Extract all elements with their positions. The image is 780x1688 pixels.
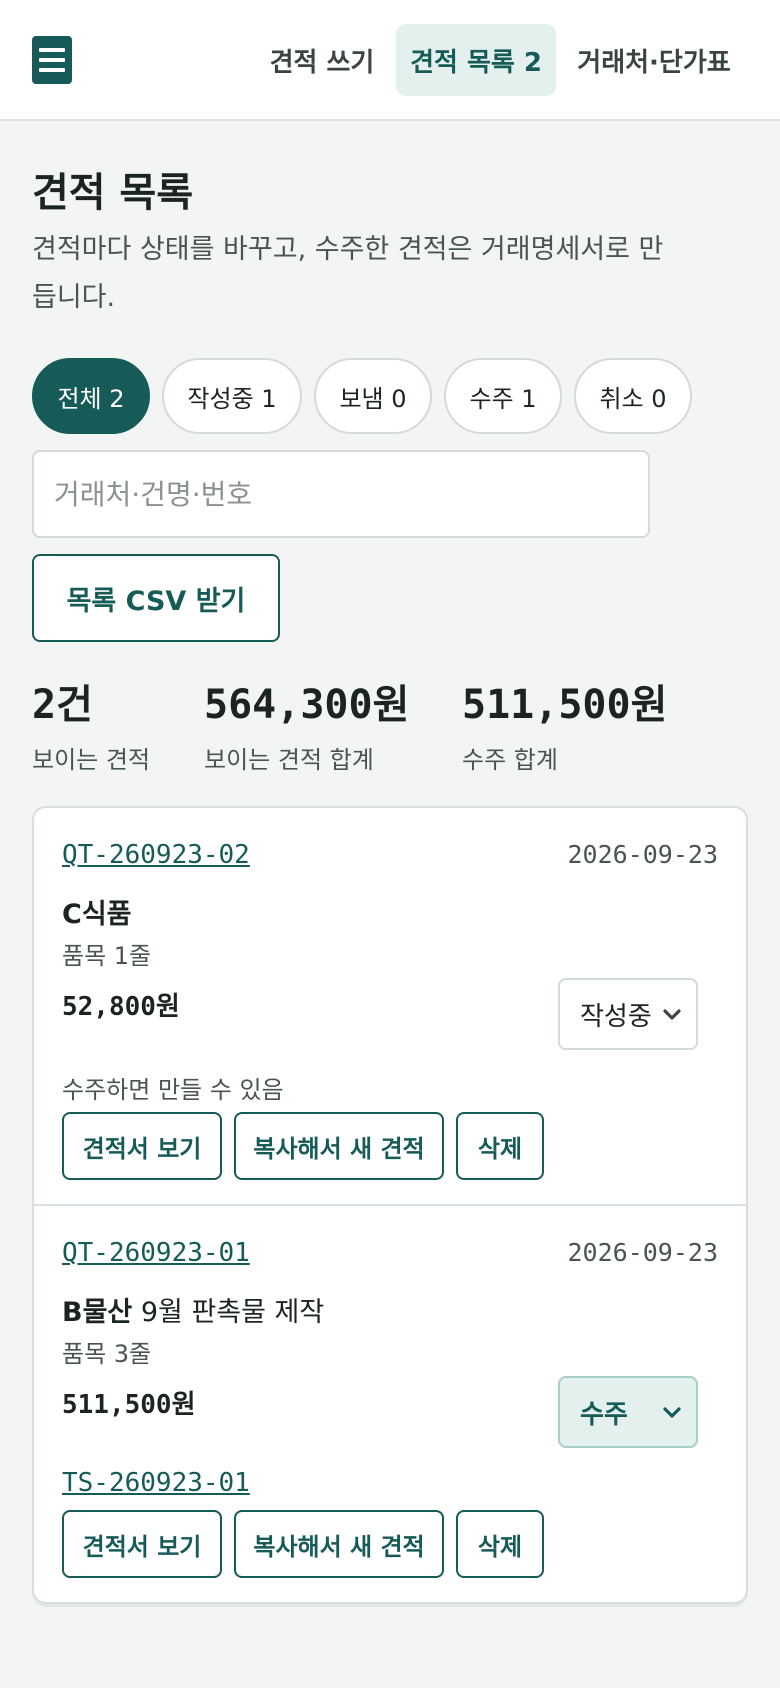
filter-chip-all[interactable]: 전체 2	[32, 358, 150, 434]
filter-chip-draft[interactable]: 작성중 1	[162, 358, 302, 434]
filter-chip-cancelled[interactable]: 취소 0	[574, 358, 692, 434]
search-input[interactable]	[32, 450, 650, 538]
quote-status-value: 수주	[580, 1399, 628, 1430]
csv-export-button[interactable]: 목록 CSV 받기	[32, 554, 280, 642]
stat-visible-total: 564,300원	[204, 682, 410, 728]
quote-title: 9월 판촉물 제작	[132, 1297, 325, 1328]
quote-client-name: B물산	[62, 1297, 133, 1328]
tab-write-quote[interactable]: 견적 쓰기	[262, 24, 382, 96]
hamburger-menu-icon[interactable]	[32, 36, 72, 84]
view-quote-button[interactable]: 견적서 보기	[62, 1510, 222, 1578]
chevron-down-icon	[663, 1407, 681, 1418]
filter-chip-won[interactable]: 수주 1	[444, 358, 562, 434]
quote-amount: 511,500원	[62, 1390, 196, 1420]
stat-visible-total-label: 보이는 견적 합계	[204, 746, 374, 774]
page-description: 견적마다 상태를 바꾸고, 수주한 견적은 거래명세서로 만듭니다.	[32, 234, 664, 313]
stat-visible-count: 2건	[32, 682, 93, 728]
filter-chip-sent[interactable]: 보냄 0	[314, 358, 432, 434]
copy-quote-button[interactable]: 복사해서 새 견적	[234, 1112, 444, 1180]
statement-number-link[interactable]: TS-260923-01	[62, 1468, 250, 1498]
quote-list-item: QT-260923-02 2026-09-23 C식품 품목 1줄 52,800…	[34, 808, 746, 1206]
view-quote-button[interactable]: 견적서 보기	[62, 1112, 222, 1180]
tab-quote-list[interactable]: 견적 목록 2	[396, 24, 556, 96]
delete-quote-button[interactable]: 삭제	[456, 1112, 544, 1180]
chevron-down-icon	[663, 1009, 681, 1020]
page-title: 견적 목록	[32, 170, 194, 216]
quote-status-select[interactable]: 수주	[558, 1376, 698, 1448]
quote-number-link[interactable]: QT-260923-01	[62, 1238, 250, 1268]
quote-status-select[interactable]: 작성중	[558, 978, 698, 1050]
quote-date: 2026-09-23	[567, 1238, 718, 1267]
quote-line-count: 품목 3줄	[62, 1340, 152, 1368]
copy-quote-button[interactable]: 복사해서 새 견적	[234, 1510, 444, 1578]
stat-won-total-label: 수주 합계	[462, 746, 558, 774]
quote-list: QT-260923-02 2026-09-23 C식품 품목 1줄 52,800…	[32, 806, 748, 1604]
quote-number-link[interactable]: QT-260923-02	[62, 840, 250, 870]
tab-clients-price-table[interactable]: 거래처·단가표	[572, 24, 736, 96]
quote-amount: 52,800원	[62, 992, 180, 1022]
top-bar: 견적 쓰기 견적 목록 2 거래처·단가표	[0, 0, 780, 121]
quote-client: C식품	[62, 892, 132, 931]
quote-client-name: C식품	[62, 899, 132, 930]
statement-note: 수주하면 만들 수 있음	[62, 1076, 284, 1104]
quote-client: B물산 9월 판촉물 제작	[62, 1290, 324, 1329]
quote-line-count: 품목 1줄	[62, 942, 152, 970]
quote-status-value: 작성중	[580, 1001, 652, 1032]
quote-date: 2026-09-23	[567, 840, 718, 869]
quote-list-item: QT-260923-01 2026-09-23 B물산 9월 판촉물 제작 품목…	[34, 1206, 746, 1604]
stat-won-total: 511,500원	[462, 682, 668, 728]
stat-visible-count-label: 보이는 견적	[32, 746, 151, 774]
delete-quote-button[interactable]: 삭제	[456, 1510, 544, 1578]
